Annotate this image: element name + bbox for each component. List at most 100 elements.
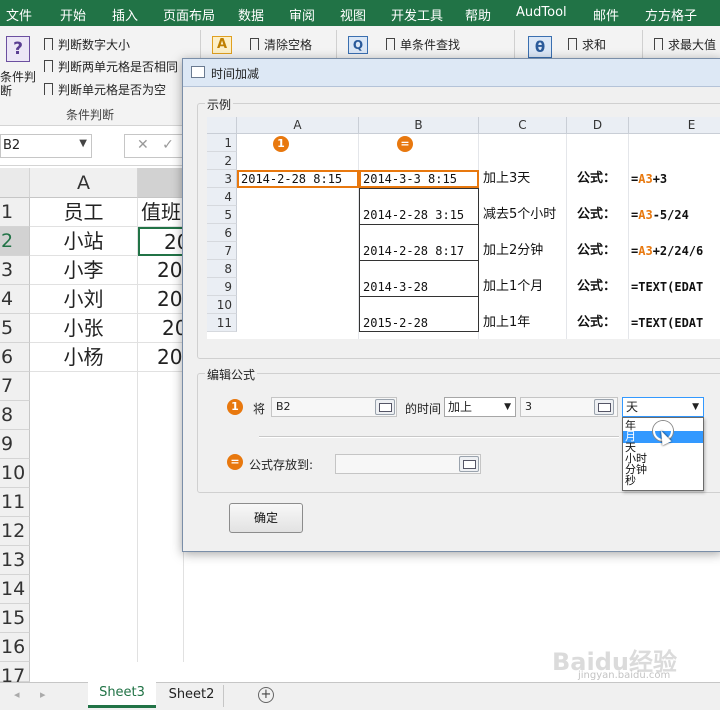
time-label: 的时间 <box>405 402 442 416</box>
tab-help[interactable]: 帮助 <box>465 5 491 24</box>
grid-line <box>628 134 629 339</box>
scroll-right-icon[interactable]: ▸ <box>40 688 46 701</box>
chevron-down-icon: ▼ <box>692 402 699 412</box>
row-header[interactable]: 13 <box>0 546 30 575</box>
clear-spaces-button[interactable]: 清除空格 <box>250 36 312 53</box>
max-value-button[interactable]: 求最大值 <box>654 36 716 53</box>
add-sheet-icon[interactable]: + <box>258 687 274 703</box>
row-header[interactable]: 16 <box>0 633 30 662</box>
tab-view[interactable]: 视图 <box>340 5 366 24</box>
grid-col-a: A <box>237 117 359 134</box>
grid-col-b: B <box>359 117 479 134</box>
row-header[interactable]: 17 <box>0 662 30 687</box>
grid-row: 2 <box>207 152 237 170</box>
cell-a6[interactable]: 小杨 <box>30 343 138 372</box>
cell-d3: 公式： <box>577 171 617 186</box>
sum-button[interactable]: 求和 <box>568 36 606 53</box>
row-header[interactable]: 10 <box>0 459 30 488</box>
formula-rest: -5/24 <box>652 208 689 222</box>
row-header[interactable]: 12 <box>0 517 30 546</box>
sheet-tab-sheet3[interactable]: Sheet3 <box>88 682 156 708</box>
row-header[interactable]: 4 <box>0 285 30 314</box>
cell-c11: 加上1年 <box>483 315 531 330</box>
grid-row: 6 <box>207 224 237 242</box>
tab-review[interactable]: 审阅 <box>289 5 315 24</box>
tab-mail[interactable]: 邮件 <box>593 5 619 24</box>
dialog-titlebar: 时间加减 <box>183 59 720 87</box>
row-header[interactable]: 5 <box>0 314 30 343</box>
cell-b3[interactable]: 20 <box>138 256 184 285</box>
judge-cells-equal-button[interactable]: 判断两单元格是否相同 <box>44 58 178 75</box>
judge-cell-empty-button[interactable]: 判断单元格是否为空 <box>44 81 166 98</box>
column-header-a[interactable]: A <box>30 168 138 198</box>
unit-option-second[interactable]: 秒 <box>623 475 703 487</box>
column-header-b[interactable] <box>138 168 184 198</box>
grid-row: 8 <box>207 260 237 278</box>
row-header[interactable]: 15 <box>0 604 30 633</box>
tab-audtool[interactable]: AudTool <box>516 5 567 20</box>
sum-label: 求和 <box>582 38 607 52</box>
row-header[interactable]: 8 <box>0 401 30 430</box>
cell-e3: =A3+3 <box>631 172 668 186</box>
select-all-corner[interactable] <box>0 168 30 198</box>
grid-row: 7 <box>207 242 237 260</box>
grid-row: 11 <box>207 314 237 332</box>
row-header[interactable]: 7 <box>0 372 30 401</box>
row-header[interactable]: 9 <box>0 430 30 459</box>
pick-cell-icon[interactable] <box>594 399 614 415</box>
bookmark-icon <box>44 83 53 95</box>
bookmark-icon <box>250 38 259 50</box>
row-header[interactable]: 14 <box>0 575 30 604</box>
cell-a3[interactable]: 小李 <box>30 256 138 285</box>
tab-file[interactable]: 文件 <box>6 5 32 24</box>
cell-a5[interactable]: 小张 <box>30 314 138 343</box>
operation-value: 加上 <box>448 400 473 414</box>
empty-cells[interactable] <box>30 372 138 662</box>
single-condition-lookup-label: 单条件查找 <box>400 38 461 52</box>
empty-cells[interactable] <box>138 372 184 662</box>
cancel-icon[interactable]: ✕ <box>137 137 149 153</box>
name-box[interactable]: B2 ▼ <box>0 134 92 158</box>
cell-b4[interactable]: 20 <box>138 285 184 314</box>
ok-button[interactable]: 确定 <box>229 503 303 533</box>
cell-a4[interactable]: 小刘 <box>30 285 138 314</box>
tab-insert[interactable]: 插入 <box>112 5 138 24</box>
cell-a2[interactable]: 小站 <box>30 227 138 256</box>
tab-fangfanggezi[interactable]: 方方格子 <box>645 5 697 24</box>
cell-b2-selected[interactable]: 20 <box>138 227 184 256</box>
tab-page-layout[interactable]: 页面布局 <box>163 5 215 24</box>
pick-cell-icon[interactable] <box>375 399 395 415</box>
formula-rest: +2/24/6 <box>652 244 704 258</box>
tab-developer[interactable]: 开发工具 <box>391 5 443 24</box>
cell-a1[interactable]: 员工 <box>30 198 138 227</box>
bookmark-icon <box>654 38 663 50</box>
confirm-icon[interactable]: ✓ <box>162 137 174 153</box>
row-header[interactable]: 3 <box>0 256 30 285</box>
judge-number-size-button[interactable]: 判断数字大小 <box>44 36 130 53</box>
row-header[interactable]: 1 <box>0 198 30 227</box>
condition-judge-button[interactable]: 条件判断 <box>0 70 40 98</box>
tab-home[interactable]: 开始 <box>60 5 86 24</box>
cell-b6[interactable]: 20 <box>138 343 184 372</box>
pick-cell-icon[interactable] <box>459 456 479 472</box>
step2-badge: = <box>397 136 413 152</box>
row-header[interactable]: 2 <box>0 227 30 256</box>
unit-select[interactable]: 天 ▼ <box>622 397 704 417</box>
row-header[interactable]: 6 <box>0 343 30 372</box>
operation-select[interactable]: 加上 ▼ <box>444 397 516 417</box>
grid-row: 3 <box>207 170 237 188</box>
formula-ref: A3 <box>638 244 653 258</box>
cell-c3: 加上3天 <box>483 171 531 186</box>
excel-window: 文件 开始 插入 页面布局 数据 审阅 视图 开发工具 帮助 AudTool 邮… <box>0 0 720 710</box>
cell-b1[interactable]: 值班 <box>138 198 184 227</box>
scroll-left-icon[interactable]: ◂ <box>14 688 20 701</box>
row2-badge: = <box>227 454 243 470</box>
jiang-label: 将 <box>253 402 266 416</box>
chevron-down-icon[interactable]: ▼ <box>79 138 87 149</box>
cell-b5[interactable]: 20 <box>138 314 184 343</box>
single-condition-lookup-button[interactable]: 单条件查找 <box>386 36 460 53</box>
cell-b7: 2014-2-28 8:17 <box>363 244 465 258</box>
row-header[interactable]: 11 <box>0 488 30 517</box>
sheet-tab-sheet2[interactable]: Sheet2 <box>160 685 224 707</box>
tab-data[interactable]: 数据 <box>238 5 264 24</box>
